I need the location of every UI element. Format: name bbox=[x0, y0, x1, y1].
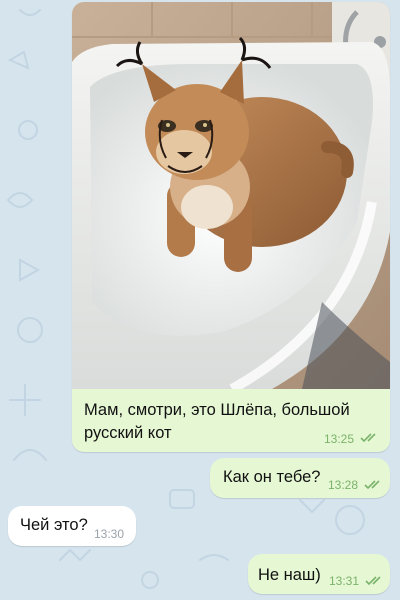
message-text: Не наш) bbox=[258, 566, 321, 584]
message-bubble-incoming[interactable]: Чей это? 13:30 bbox=[8, 506, 136, 546]
message-bubble-outgoing[interactable]: Не наш) 13:31 bbox=[248, 554, 390, 594]
message-time: 13:31 bbox=[329, 574, 360, 588]
message-bubble-outgoing[interactable]: Как он тебе? 13:28 bbox=[210, 458, 390, 498]
read-double-check-icon bbox=[364, 480, 380, 490]
message-time: 13:25 bbox=[323, 432, 354, 446]
message-text: Как он тебе? bbox=[223, 468, 321, 486]
read-double-check-icon bbox=[360, 433, 376, 443]
caracal-photo[interactable] bbox=[72, 2, 390, 389]
message-bubble-photo[interactable]: Мам, смотри, это Шлёпа, большой русский … bbox=[72, 2, 390, 452]
message-time: 13:28 bbox=[328, 478, 359, 492]
message-time: 13:30 bbox=[94, 527, 125, 541]
message-text: Чей это? bbox=[20, 516, 88, 534]
read-double-check-icon bbox=[365, 576, 381, 586]
